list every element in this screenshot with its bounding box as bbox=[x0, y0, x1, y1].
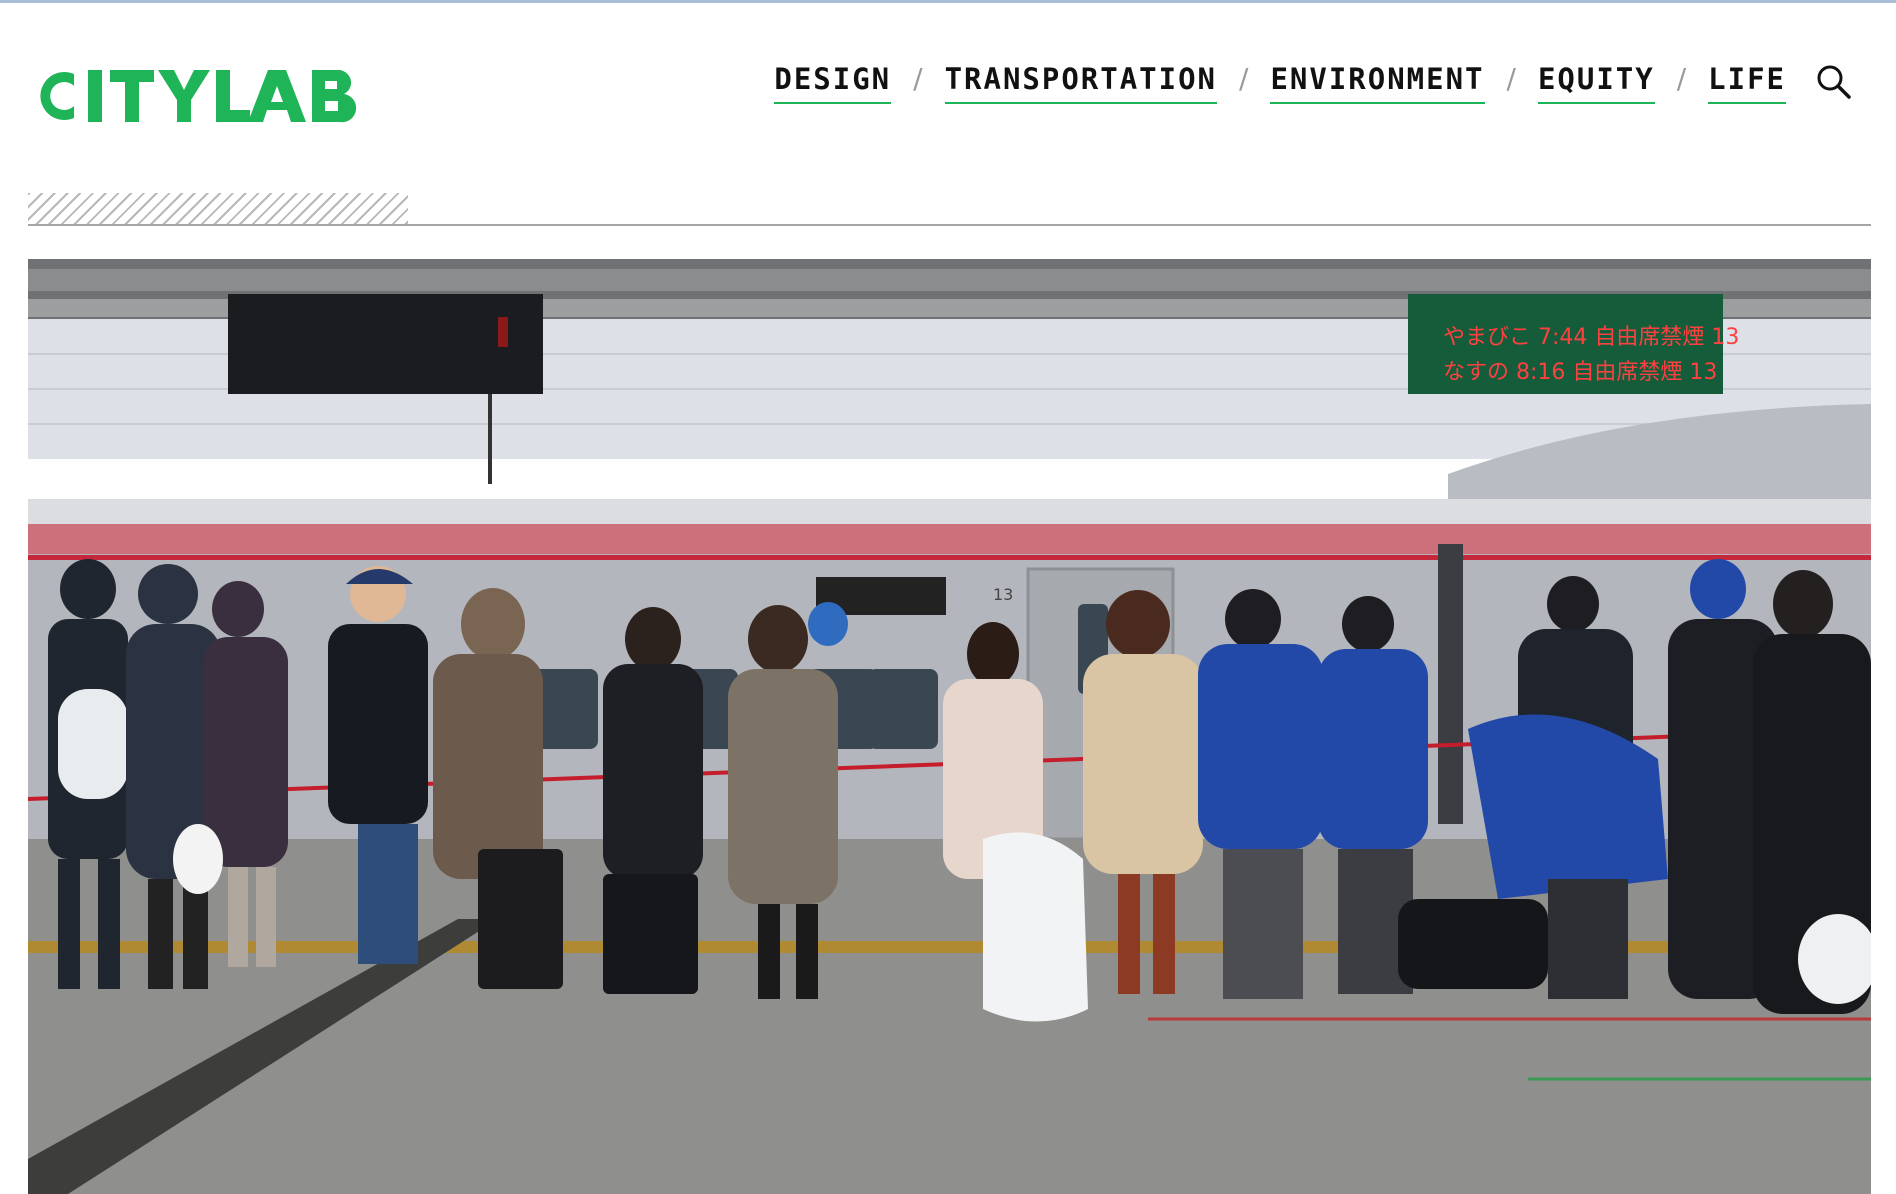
nav-separator: / bbox=[1676, 62, 1687, 95]
nav-transportation[interactable]: TRANSPORTATION bbox=[944, 62, 1218, 104]
nav-design[interactable]: DESIGN bbox=[774, 62, 892, 104]
suitcase bbox=[603, 874, 698, 994]
duffel-bag bbox=[1398, 899, 1548, 989]
main-nav: DESIGN / TRANSPORTATION / ENVIRONMENT / … bbox=[774, 62, 1852, 112]
nav-environment[interactable]: ENVIRONMENT bbox=[1270, 62, 1485, 104]
nav-separator: / bbox=[913, 62, 923, 95]
car-number: 13 bbox=[993, 585, 1013, 604]
section-hatch-divider bbox=[28, 193, 408, 226]
departure-row-2: なすの 8:16 自由席禁煙 13 bbox=[1443, 360, 1717, 385]
suitcase bbox=[478, 849, 563, 989]
nav-life[interactable]: LIFE bbox=[1708, 62, 1786, 104]
departure-board-left bbox=[228, 294, 543, 394]
search-icon[interactable] bbox=[1816, 64, 1852, 100]
nav-separator: / bbox=[1506, 62, 1516, 95]
site-header: DESIGN / TRANSPORTATION / ENVIRONMENT / … bbox=[0, 0, 1896, 200]
citylab-logo[interactable] bbox=[30, 62, 405, 130]
departure-row-1: やまびこ 7:44 自由席禁煙 13 bbox=[1443, 325, 1739, 350]
nav-separator: / bbox=[1239, 62, 1249, 95]
section-rule bbox=[28, 224, 1871, 226]
nav-equity[interactable]: EQUITY bbox=[1537, 62, 1655, 104]
hero-image[interactable]: やまびこ 7:44 自由席禁煙 13 なすの 8:16 自由席禁煙 13 13 bbox=[28, 259, 1871, 1194]
